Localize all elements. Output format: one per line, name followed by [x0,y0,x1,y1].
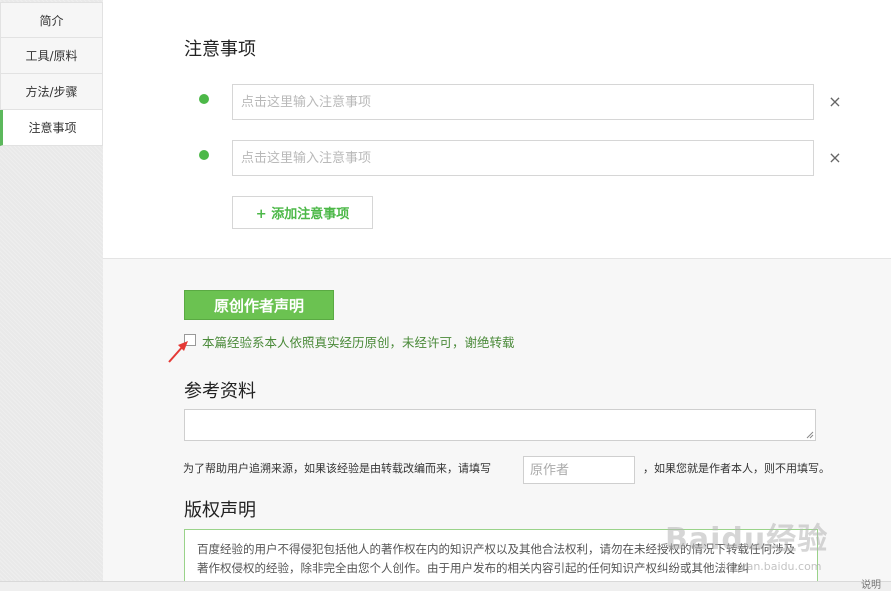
remove-note-2-close-icon[interactable]: × [828,150,842,166]
original-author-label: 原创作者声明 [213,296,304,315]
add-note-label: + 添加注意事项 [255,207,350,222]
main-panel: 注意事项 × × + 添加注意事项 原创作者声明 本篇经验系本人依照真实经历原创… [103,0,891,591]
notes-section: 注意事项 × × + 添加注意事项 [103,0,891,259]
original-author-button[interactable]: 原创作者声明 [184,290,334,320]
copyright-title: 版权声明 [184,500,256,521]
sidebar-item-notes[interactable]: 注意事项 [0,110,103,146]
bottom-bar-text: 说明 [861,580,881,591]
sidebar-item-label: 简介 [39,13,64,28]
sidebar-item-steps[interactable]: 方法/步骤 [0,74,103,110]
baidu-watermark-url: jingyan.baidu.com [720,560,822,573]
resize-grip-icon[interactable] [806,431,814,439]
references-textarea[interactable] [184,409,816,441]
original-checkbox-label[interactable]: 本篇经验系本人依照真实经历原创，未经许可，谢绝转载 [202,332,515,351]
red-arrow-icon [168,341,188,363]
sidebar-item-label: 工具/原料 [25,49,78,63]
references-title: 参考资料 [184,381,256,402]
bullet-dot-icon [199,94,209,104]
note-input-2[interactable] [232,140,814,176]
bullet-dot-icon [199,150,209,160]
remove-note-1-close-icon[interactable]: × [828,94,842,110]
original-author-input[interactable] [523,456,635,484]
bottom-status-bar: 说明 [0,581,891,591]
baidu-watermark-logo: Baidu经验 [665,522,829,557]
sidebar-item-tools[interactable]: 工具/原料 [0,38,103,74]
notes-title: 注意事项 [184,39,256,60]
sidebar-item-label: 方法/步骤 [25,85,78,99]
references-hint-before: 为了帮助用户追溯来源，如果该经验是由转载改编而来，请填写 [183,462,491,475]
references-hint-after: ，如果您就是作者本人，则不用填写。 [643,462,830,475]
sidebar-nav: 简介 工具/原料 方法/步骤 注意事项 [0,2,103,146]
note-input-1[interactable] [232,84,814,120]
sidebar-item-intro[interactable]: 简介 [0,2,103,38]
add-note-button[interactable]: + 添加注意事项 [232,196,373,229]
sidebar-item-label: 注意事项 [28,121,77,135]
